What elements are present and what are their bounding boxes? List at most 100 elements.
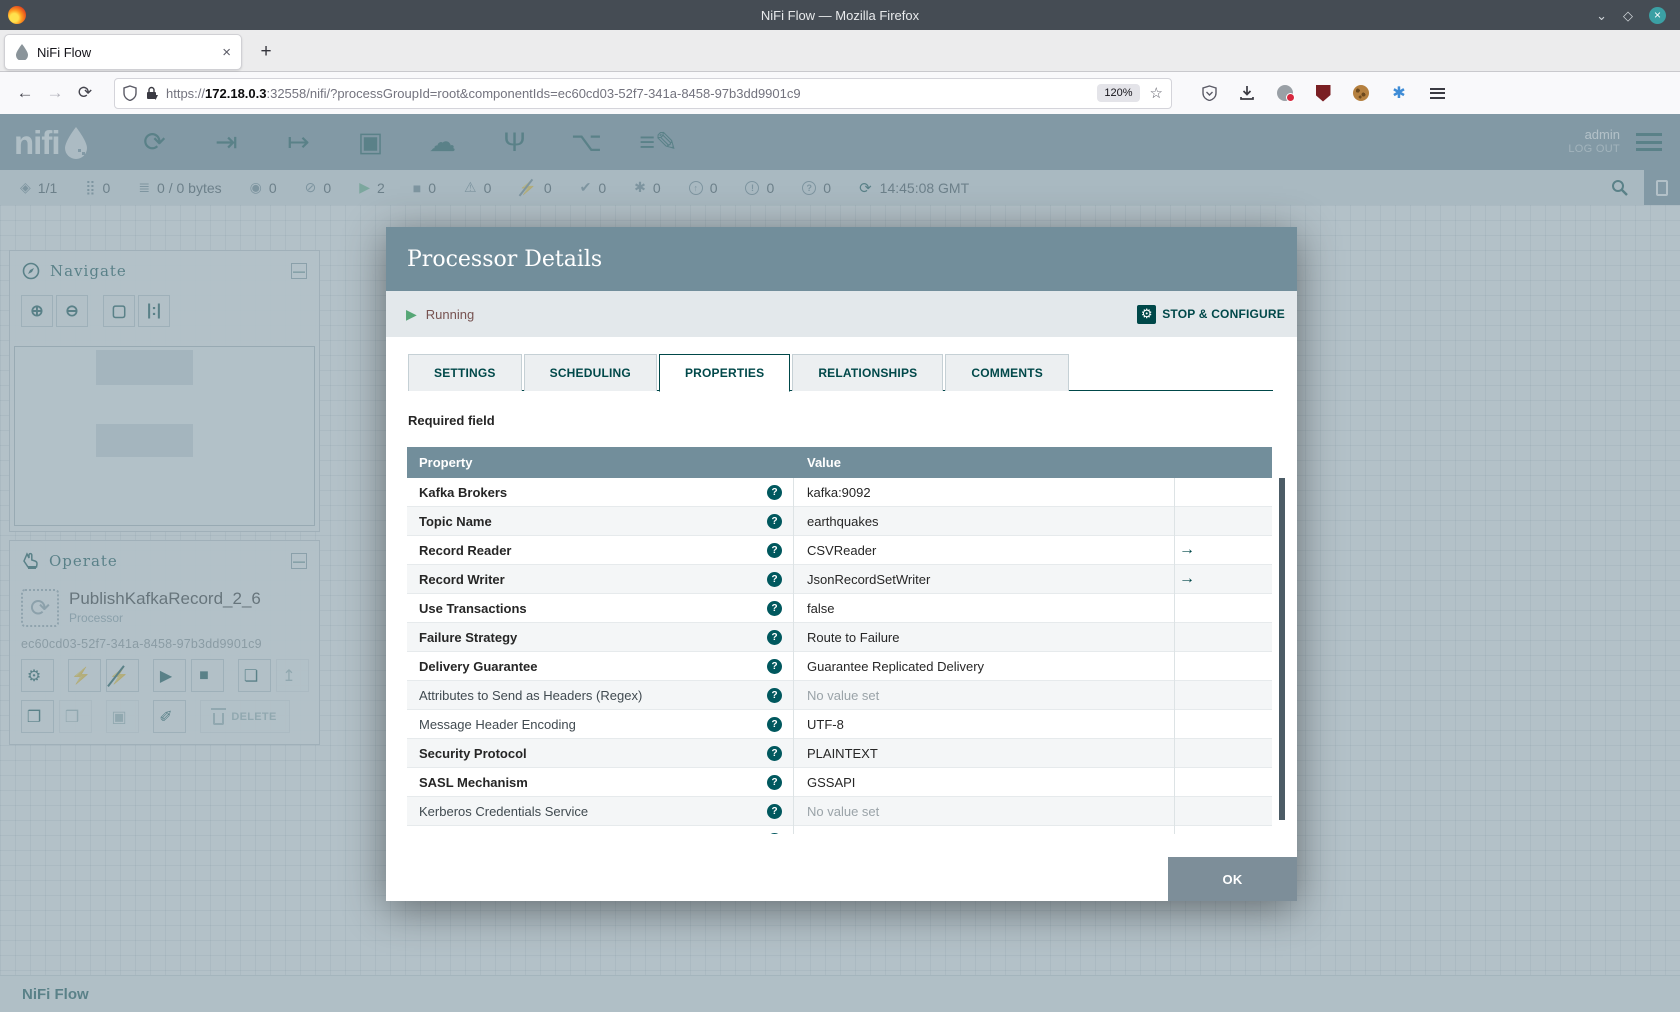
properties-table-header: Property Value [407, 447, 1272, 478]
lock-warning-icon[interactable] [145, 86, 158, 101]
ublock-shield-icon[interactable] [1314, 84, 1332, 102]
url-path: :32558/nifi/?processGroupId=root&compone… [266, 85, 801, 101]
property-help-icon[interactable]: ? [767, 630, 782, 645]
url-scheme: https:// [166, 85, 206, 101]
forward-button[interactable]: → [40, 78, 70, 108]
property-help-icon[interactable]: ? [767, 543, 782, 558]
processor-details-dialog: Processor Details ▶ Running ⚙ STOP & CON… [386, 227, 1297, 901]
property-row[interactable]: Topic Name ? earthquakes → [407, 507, 1272, 536]
property-row[interactable]: Kerberos Service Name ? No value set → [407, 826, 1272, 834]
dialog-tab[interactable]: RELATIONSHIPS [792, 354, 944, 391]
dialog-tab[interactable]: PROPERTIES [658, 354, 791, 392]
property-value: UTF-8 [807, 716, 844, 732]
property-value: No value set [807, 803, 880, 819]
property-help-icon[interactable]: ? [767, 717, 782, 732]
cookie-extension-icon[interactable] [1352, 84, 1370, 102]
browser-toolbar: ← → ⟳ https://172.18.0.3:32558/nifi/?pro… [0, 72, 1680, 114]
property-name: Security Protocol [419, 745, 527, 761]
property-help-icon[interactable]: ? [767, 485, 782, 500]
property-name: SASL Mechanism [419, 774, 528, 790]
url-field[interactable]: https://172.18.0.3:32558/nifi/?processGr… [114, 77, 1172, 109]
property-row[interactable]: Kerberos Credentials Service ? No value … [407, 797, 1272, 826]
property-help-icon[interactable]: ? [767, 688, 782, 703]
page-zoom-indicator[interactable]: 120% [1097, 84, 1140, 102]
tab-close-icon[interactable]: × [222, 44, 231, 61]
property-row[interactable]: Security Protocol ? PLAINTEXT → [407, 739, 1272, 768]
property-value: JsonRecordSetWriter [807, 571, 931, 587]
browser-tab[interactable]: NiFi Flow × [4, 34, 242, 70]
property-row[interactable]: Message Header Encoding ? UTF-8 → [407, 710, 1272, 739]
ok-button[interactable]: OK [1168, 857, 1297, 901]
url-host: 172.18.0.3 [205, 85, 267, 101]
new-tab-button[interactable]: + [252, 38, 280, 66]
back-button[interactable]: ← [10, 78, 40, 108]
property-column-header: Property [419, 455, 473, 470]
dialog-title: Processor Details [407, 246, 603, 272]
window-title: NiFi Flow — Mozilla Firefox [760, 7, 920, 23]
property-value: No value set [807, 687, 880, 703]
running-play-icon: ▶ [406, 305, 417, 322]
goto-service-arrow-icon[interactable]: → [1179, 570, 1195, 588]
property-help-icon[interactable]: ? [767, 746, 782, 761]
property-row[interactable]: Record Writer ? JsonRecordSetWriter → [407, 565, 1272, 594]
value-column-header: Value [807, 455, 841, 470]
property-help-icon[interactable]: ? [767, 514, 782, 529]
tab-title: NiFi Flow [37, 44, 92, 60]
processor-status: Running [425, 306, 475, 322]
property-name: Record Reader [419, 542, 512, 558]
downloads-icon[interactable] [1238, 84, 1256, 102]
property-row[interactable]: Use Transactions ? false → [407, 594, 1272, 623]
property-value: kafka:9092 [807, 484, 871, 500]
bookmark-star-icon[interactable]: ☆ [1150, 84, 1163, 102]
dialog-header: Processor Details [386, 227, 1297, 291]
extension-asterisk-icon[interactable]: ✱ [1390, 84, 1408, 102]
property-name: Attributes to Send as Headers (Regex) [419, 687, 643, 703]
window-maximize-button[interactable]: ◇ [1623, 9, 1633, 22]
stop-and-configure-button[interactable]: ⚙ STOP & CONFIGURE [1137, 304, 1285, 324]
property-value: GSSAPI [807, 774, 856, 790]
tracking-shield-icon[interactable] [123, 85, 137, 101]
property-row[interactable]: Kafka Brokers ? kafka:9092 → [407, 478, 1272, 507]
property-value: No value set [807, 833, 1162, 835]
property-help-icon[interactable]: ? [767, 833, 782, 834]
property-help-icon[interactable]: ? [767, 601, 782, 616]
property-help-icon[interactable]: ? [767, 775, 782, 790]
properties-table: Kafka Brokers ? kafka:9092 → Topic Name … [407, 478, 1272, 834]
dialog-tab[interactable]: COMMENTS [945, 354, 1069, 391]
property-name: Message Header Encoding [419, 716, 576, 732]
property-row[interactable]: SASL Mechanism ? GSSAPI → [407, 768, 1272, 797]
property-name: Kafka Brokers [419, 484, 508, 500]
property-help-icon[interactable]: ? [767, 572, 782, 587]
table-scrollbar[interactable] [1279, 478, 1285, 820]
property-value: earthquakes [807, 513, 879, 529]
nifi-favicon [16, 44, 28, 60]
menu-hamburger-icon[interactable] [1428, 84, 1446, 102]
property-name: Record Writer [419, 571, 505, 587]
property-row[interactable]: Record Reader ? CSVReader → [407, 536, 1272, 565]
dialog-tabs: SETTINGS SCHEDULING PROPERTIES RELATIONS… [408, 354, 1273, 392]
window-close-button[interactable]: × [1649, 6, 1666, 24]
property-help-icon[interactable]: ? [767, 804, 782, 819]
dialog-tab[interactable]: SETTINGS [408, 354, 522, 391]
dialog-status-strip: ▶ Running ⚙ STOP & CONFIGURE [386, 291, 1297, 337]
window-minimize-button[interactable]: ⌄ [1596, 9, 1607, 22]
stop-configure-gear-icon: ⚙ [1137, 304, 1157, 324]
reload-button[interactable]: ⟳ [70, 78, 100, 108]
required-field-note: Required field [408, 413, 495, 428]
extension-icon[interactable] [1276, 84, 1295, 102]
property-name: Kerberos Credentials Service [419, 803, 589, 819]
property-help-icon[interactable]: ? [767, 659, 782, 674]
stop-configure-label: STOP & CONFIGURE [1162, 307, 1285, 321]
property-name: Use Transactions [419, 600, 527, 616]
browser-tab-strip: NiFi Flow × + [0, 30, 1680, 72]
url-text[interactable]: https://172.18.0.3:32558/nifi/?processGr… [166, 86, 1097, 101]
property-value: PLAINTEXT [807, 745, 878, 761]
property-value: false [807, 600, 835, 616]
property-row[interactable]: Delivery Guarantee ? Guarantee Replicate… [407, 652, 1272, 681]
pocket-icon[interactable] [1200, 84, 1218, 102]
property-row[interactable]: Attributes to Send as Headers (Regex) ? … [407, 681, 1272, 710]
goto-service-arrow-icon[interactable]: → [1179, 541, 1195, 559]
property-row[interactable]: Failure Strategy ? Route to Failure → [407, 623, 1272, 652]
property-name: Kerberos Service Name [407, 833, 747, 835]
dialog-tab[interactable]: SCHEDULING [523, 354, 657, 391]
